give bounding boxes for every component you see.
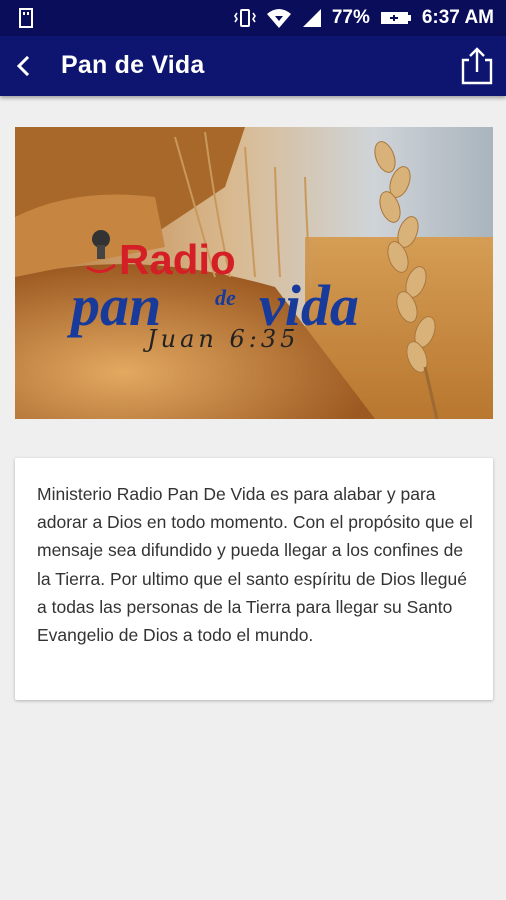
clock: 6:37 AM — [421, 7, 494, 28]
chevron-left-icon[interactable] — [8, 50, 40, 82]
app-bar: Pan de Vida — [0, 36, 506, 96]
battery-percent: 77% — [331, 7, 370, 28]
logo-verse: Juan 6:35 — [142, 325, 299, 353]
description-text: Ministerio Radio Pan De Vida es para ala… — [37, 484, 473, 646]
logo-de: de — [215, 285, 236, 310]
description-card: Ministerio Radio Pan De Vida es para ala… — [15, 458, 493, 700]
signal-icon — [302, 9, 321, 27]
vibrate-icon — [233, 9, 256, 27]
share-icon[interactable] — [460, 46, 494, 86]
usb-icon — [19, 8, 33, 28]
wifi-icon — [266, 9, 291, 28]
status-bar: 77% 6:37 AM — [0, 0, 506, 36]
page-title: Pan de Vida — [61, 51, 205, 79]
battery-icon — [380, 12, 411, 24]
banner-image: Radio pan de vida Juan 6:35 — [15, 127, 493, 419]
